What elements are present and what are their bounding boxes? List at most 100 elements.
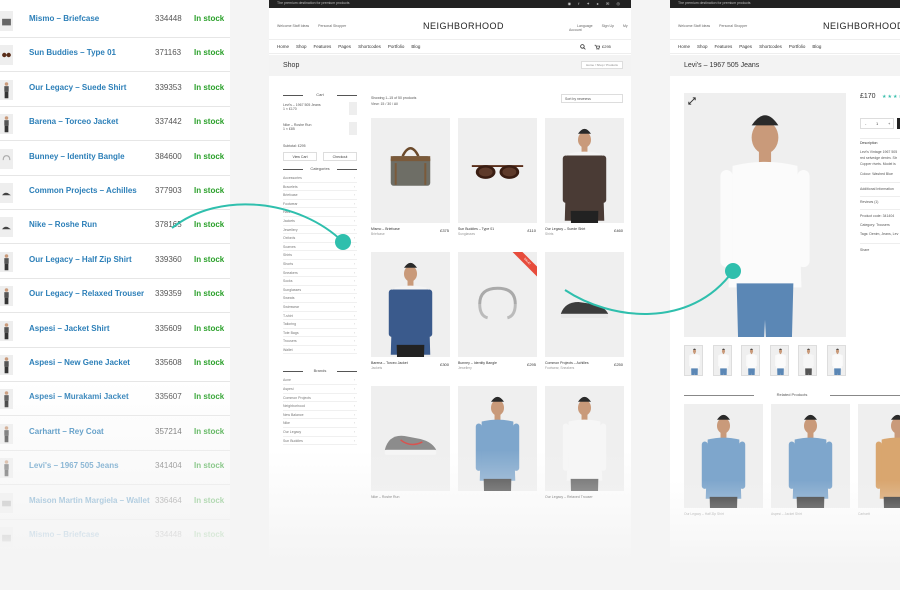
signup-link[interactable]: Sign Up bbox=[602, 24, 614, 28]
checkout-button[interactable]: Checkout bbox=[323, 152, 357, 161]
product-card-category[interactable] bbox=[545, 500, 624, 505]
sunglasses-icon[interactable] bbox=[0, 45, 13, 66]
brand-item[interactable]: Aspesi bbox=[283, 385, 357, 394]
table-row[interactable]: Our Legacy – Half Zip Shirt 339360 In st… bbox=[0, 245, 230, 279]
product-image[interactable] bbox=[371, 252, 450, 357]
product-name-link[interactable]: Our Legacy – Half Zip Shirt bbox=[29, 255, 132, 264]
view-cart-button[interactable]: View Cart bbox=[283, 152, 317, 161]
category-item[interactable]: T-shirt bbox=[283, 312, 357, 321]
person-icon[interactable] bbox=[0, 251, 13, 272]
table-row[interactable]: Common Projects – Achilles 377903 In sto… bbox=[0, 176, 230, 210]
product-name-link[interactable]: Bunney – Identity Bangle bbox=[29, 152, 125, 161]
product-card[interactable]: Common Projects – Achilles Footwear, Sne… bbox=[545, 252, 624, 371]
shoe-icon[interactable] bbox=[0, 217, 13, 238]
related-product-name[interactable]: Aspesi – Jacket Shirt bbox=[771, 512, 802, 516]
table-row[interactable]: Mismo – Briefcase 334448 In stock bbox=[0, 4, 230, 38]
person-icon[interactable] bbox=[0, 286, 13, 307]
person-icon[interactable] bbox=[0, 458, 13, 479]
category-item[interactable]: Scarves bbox=[283, 243, 357, 252]
product-name-link[interactable]: Our Legacy – Relaxed Trouser bbox=[29, 289, 144, 298]
product-thumbnail[interactable] bbox=[798, 345, 817, 376]
category-item[interactable]: Sneakers bbox=[283, 269, 357, 278]
cart-icon[interactable] bbox=[594, 44, 600, 50]
product-thumbnail[interactable] bbox=[826, 345, 846, 376]
product-name-link[interactable]: Common Projects – Achilles bbox=[29, 186, 137, 195]
shoe-icon[interactable] bbox=[0, 183, 13, 203]
expand-icon[interactable] bbox=[688, 97, 696, 105]
mini-cart-item[interactable]: Levi's – 1967 505 Jeans 1 × £170 bbox=[283, 100, 357, 120]
category-item[interactable]: Shirts bbox=[283, 251, 357, 260]
product-card-category[interactable]: Jewellery bbox=[458, 366, 537, 371]
category-item[interactable]: Shorts bbox=[283, 260, 357, 269]
category-item[interactable]: Jewellery bbox=[283, 226, 357, 235]
product-image[interactable] bbox=[371, 118, 450, 223]
table-row[interactable]: Bunney – Identity Bangle 384600 In stock bbox=[0, 142, 230, 176]
nav-item[interactable]: Home bbox=[678, 44, 690, 49]
product-thumbnail[interactable] bbox=[769, 345, 789, 376]
table-row[interactable]: Nike – Roshe Run 378165 In stock bbox=[0, 210, 230, 245]
table-row[interactable]: Maison Martin Margiela – Wallet 336464 I… bbox=[0, 486, 230, 520]
nav-item[interactable]: Home bbox=[277, 44, 289, 49]
category-item[interactable]: Tailoring bbox=[283, 320, 357, 329]
product-image[interactable] bbox=[545, 118, 624, 223]
nav-item[interactable]: Pages bbox=[338, 44, 351, 49]
nav-item[interactable]: Shortcodes bbox=[358, 44, 381, 49]
brand-item[interactable]: Our Legacy bbox=[283, 428, 357, 437]
bangle-icon[interactable] bbox=[0, 148, 13, 169]
category-item[interactable]: Jackets bbox=[283, 217, 357, 226]
product-card[interactable]: Nike – Roshe Run bbox=[371, 386, 450, 505]
product-card-category[interactable] bbox=[371, 500, 450, 505]
category-item[interactable]: Sweats bbox=[283, 294, 357, 303]
category-item[interactable]: Socks bbox=[283, 277, 357, 286]
product-card[interactable]: Mismo – Briefcase Briefcase £375 bbox=[371, 118, 450, 237]
product-name-link[interactable]: Maison Martin Margiela – Wallet bbox=[29, 496, 150, 505]
product-name-link[interactable]: Nike – Roshe Run bbox=[29, 220, 97, 229]
sort-select[interactable]: Sort by newness bbox=[561, 94, 623, 103]
person-icon[interactable] bbox=[0, 355, 13, 375]
product-name-link[interactable]: Our Legacy – Suede Shirt bbox=[29, 83, 126, 92]
product-card-category[interactable]: Briefcase bbox=[371, 232, 450, 237]
nav-item[interactable]: Portfolio bbox=[789, 44, 806, 49]
related-product-name[interactable]: Our Legacy – Half Zip Shirt bbox=[684, 512, 724, 516]
description-tab[interactable]: Description bbox=[860, 141, 878, 145]
product-card[interactable]: Our Legacy – Relaxed Trouser bbox=[545, 386, 624, 505]
product-thumbnail[interactable] bbox=[712, 345, 732, 376]
wallet-icon[interactable] bbox=[0, 492, 13, 513]
category-item[interactable]: Footwear bbox=[283, 200, 357, 209]
product-image[interactable]: SALE! bbox=[458, 252, 537, 357]
table-row[interactable]: Sun Buddies – Type 01 371163 In stock bbox=[0, 38, 230, 73]
product-image[interactable] bbox=[545, 386, 624, 491]
product-name-link[interactable]: Levi's – 1967 505 Jeans bbox=[29, 461, 119, 470]
person-icon[interactable] bbox=[0, 79, 13, 100]
product-name-link[interactable]: Aspesi – Jacket Shirt bbox=[29, 324, 109, 333]
category-item[interactable]: Sunglasses bbox=[283, 286, 357, 295]
search-icon[interactable] bbox=[580, 44, 586, 50]
table-row[interactable]: Barena – Torceo Jacket 337442 In stock bbox=[0, 107, 230, 142]
person-icon[interactable] bbox=[0, 114, 13, 135]
nav-item[interactable]: Shop bbox=[296, 44, 307, 49]
category-item[interactable]: Trousers bbox=[283, 337, 357, 346]
bag-icon[interactable] bbox=[0, 527, 13, 547]
category-item[interactable]: Swimwear bbox=[283, 303, 357, 312]
table-row[interactable]: Aspesi – New Gene Jacket 335608 In stock bbox=[0, 348, 230, 382]
product-name-link[interactable]: Mismo – Briefcase bbox=[29, 14, 99, 23]
brand-item[interactable]: Nike bbox=[283, 419, 357, 429]
product-card[interactable]: Our Legacy – Suede Shirt Shirts £460 bbox=[545, 118, 624, 237]
product-card-category[interactable]: Jackets bbox=[371, 366, 450, 371]
social-icons[interactable]: ◉ f ✦ ▸ ✉ ◎ bbox=[568, 1, 623, 6]
bag-icon[interactable] bbox=[0, 11, 13, 31]
product-thumbnail[interactable] bbox=[684, 345, 703, 376]
product-image[interactable] bbox=[458, 118, 537, 223]
nav-item[interactable]: Blog bbox=[411, 44, 420, 49]
product-card-category[interactable]: Sunglasses bbox=[458, 232, 537, 237]
brand-item[interactable]: Neighborhood bbox=[283, 402, 357, 411]
qty-plus-button[interactable]: + bbox=[888, 121, 890, 126]
product-image[interactable] bbox=[458, 386, 537, 491]
table-row[interactable]: Aspesi – Jacket Shirt 335609 In stock bbox=[0, 314, 230, 348]
view-options[interactable]: View: 15 / 30 / All bbox=[371, 101, 416, 107]
nav-item[interactable]: Features bbox=[715, 44, 733, 49]
brand-item[interactable]: Acne bbox=[283, 376, 357, 386]
breadcrumb[interactable]: Home / Shop / Products bbox=[581, 61, 623, 69]
product-card-category[interactable] bbox=[458, 500, 537, 505]
brand-item[interactable]: New Balance bbox=[283, 411, 357, 420]
